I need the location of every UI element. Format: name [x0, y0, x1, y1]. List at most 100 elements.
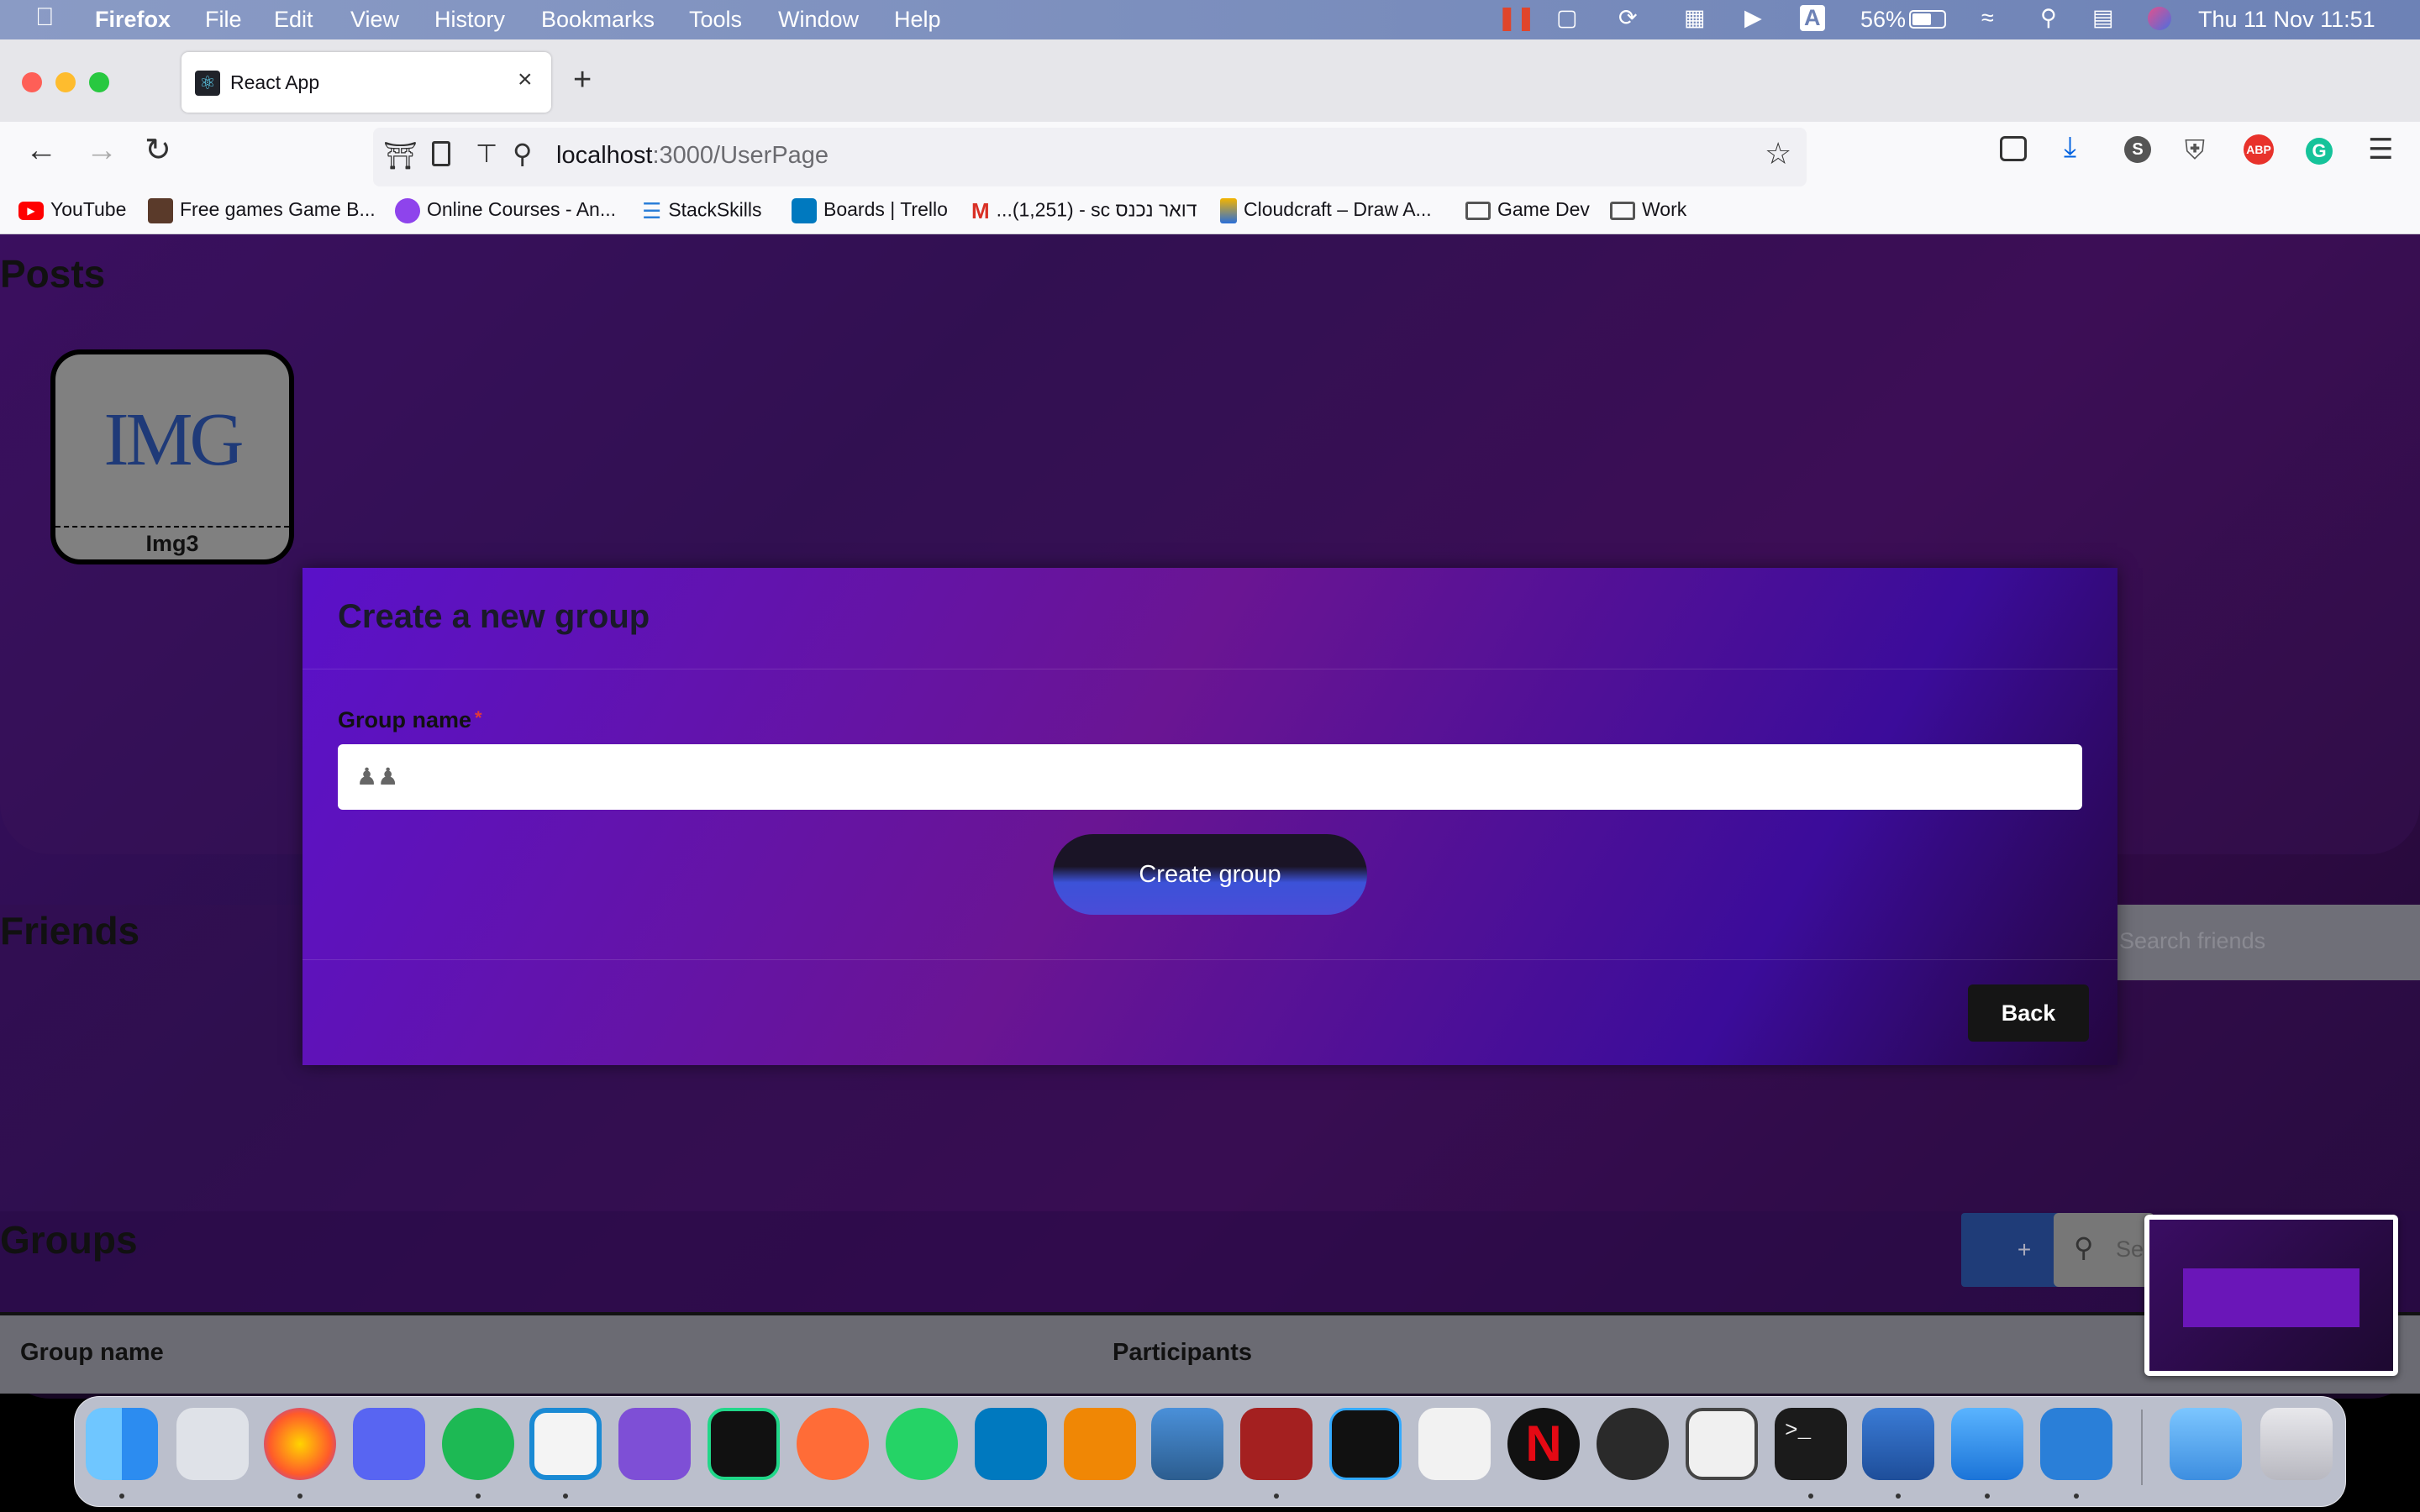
- window-zoom-button[interactable]: [89, 72, 109, 92]
- wifi-icon[interactable]: ≈: [1981, 5, 1994, 31]
- unity-icon[interactable]: [1418, 1408, 1491, 1480]
- netflix-icon[interactable]: N: [1507, 1408, 1580, 1480]
- terminal-icon[interactable]: >_: [1775, 1408, 1847, 1480]
- udemy-icon: [395, 198, 420, 223]
- battery-percent: 56%: [1860, 7, 1907, 32]
- url-bar[interactable]: ⛩ ⊤ ⚲ localhost:3000/UserPage ☆: [373, 128, 1807, 186]
- extension-s-icon[interactable]: S: [2124, 136, 2151, 163]
- apple-icon[interactable]: : [35, 3, 55, 32]
- back-button[interactable]: Back: [1968, 984, 2089, 1042]
- running-indicator: [119, 1494, 124, 1499]
- parallels-icon[interactable]: [1862, 1408, 1934, 1480]
- pycharm-icon[interactable]: [708, 1408, 780, 1480]
- users-icon: ♟♟: [356, 764, 399, 790]
- react-favicon-icon: ⚛: [195, 71, 220, 96]
- forward-arrow-icon[interactable]: →: [86, 133, 118, 169]
- bookmark-folder-game-dev[interactable]: Game Dev: [1465, 198, 1590, 221]
- time-machine-icon[interactable]: ⟳: [1618, 5, 1638, 31]
- bookmark-gmail[interactable]: M ...(1,251) - sc דואר נכנס: [971, 198, 1197, 224]
- bookmark-youtube[interactable]: ▶ YouTube: [18, 198, 126, 221]
- menu-tools[interactable]: Tools: [689, 7, 742, 33]
- drawio-icon[interactable]: [1064, 1408, 1136, 1480]
- database-icon[interactable]: [1240, 1408, 1313, 1480]
- friends-search-input[interactable]: Search friends: [2111, 905, 2420, 980]
- url-host: localhost: [556, 142, 653, 169]
- page-info-icon[interactable]: [432, 141, 450, 166]
- url-text[interactable]: localhost:3000/UserPage: [556, 142, 829, 170]
- ublock-icon[interactable]: ⛨: [2185, 134, 2205, 166]
- column-header-group-name: Group name: [20, 1339, 164, 1366]
- adblock-plus-icon[interactable]: ABP: [2244, 134, 2274, 165]
- groups-search-input[interactable]: ⚲ Se: [2054, 1213, 2154, 1287]
- folder-stack-icon[interactable]: [2170, 1408, 2242, 1480]
- bookmark-free-games[interactable]: Free games Game B...: [148, 198, 376, 223]
- cloudcraft-icon: [1220, 198, 1237, 223]
- bookmark-folder-work[interactable]: Work: [1610, 198, 1686, 221]
- trash-icon[interactable]: [2260, 1408, 2333, 1480]
- pocket-icon[interactable]: [2000, 136, 2027, 161]
- window-layout-icon[interactable]: ▦: [1684, 5, 1706, 31]
- window-close-button[interactable]: [22, 72, 42, 92]
- tracking-shield-icon[interactable]: ⛩: [383, 139, 418, 171]
- preview-icon[interactable]: [1151, 1408, 1223, 1480]
- trello-icon: [792, 198, 817, 223]
- tab-title: React App: [230, 71, 320, 93]
- finder-icon[interactable]: [86, 1408, 158, 1480]
- menu-bookmarks[interactable]: Bookmarks: [541, 7, 655, 33]
- permissions-icon[interactable]: ⊤: [476, 139, 497, 169]
- control-center-icon[interactable]: ▤: [2092, 5, 2114, 31]
- menu-app-name[interactable]: Firefox: [95, 7, 171, 33]
- bookmark-cloudcraft[interactable]: Cloudcraft – Draw A...: [1220, 198, 1432, 223]
- vscode-icon[interactable]: [529, 1408, 602, 1480]
- siri-icon[interactable]: [2148, 7, 2171, 30]
- menu-window[interactable]: Window: [778, 7, 859, 33]
- screen-record-icon[interactable]: ▢: [1556, 5, 1578, 31]
- reload-icon[interactable]: ↻: [145, 131, 171, 169]
- create-group-button[interactable]: Create group: [1053, 834, 1367, 915]
- new-tab-button[interactable]: +: [573, 62, 592, 98]
- bookmark-trello[interactable]: Boards | Trello: [792, 198, 948, 223]
- media-play-icon[interactable]: ▶: [1744, 5, 1762, 31]
- menubar-clock: Thu 11 Nov 11:51: [2198, 7, 2375, 32]
- required-mark: *: [475, 707, 482, 728]
- menu-history[interactable]: History: [434, 7, 505, 33]
- menu-view[interactable]: View: [350, 7, 399, 33]
- itch-icon[interactable]: [1686, 1408, 1758, 1480]
- input-source-icon[interactable]: A: [1800, 5, 1825, 31]
- group-name-input[interactable]: ♟♟: [338, 744, 2082, 810]
- back-arrow-icon[interactable]: ←: [25, 133, 57, 169]
- bookmark-stackskills[interactable]: ☰ StackSkills: [642, 198, 762, 224]
- search-app-icon[interactable]: [2040, 1408, 2112, 1480]
- window-minimize-button[interactable]: [55, 72, 76, 92]
- menu-help[interactable]: Help: [894, 7, 941, 33]
- launchpad-icon[interactable]: [176, 1408, 249, 1480]
- grammarly-icon[interactable]: G: [2306, 138, 2333, 165]
- browser-tab-active[interactable]: ⚛ React App ×: [182, 52, 551, 113]
- bookmark-online-courses[interactable]: Online Courses - An...: [395, 198, 616, 223]
- location-pin-icon[interactable]: ⚲: [513, 138, 532, 170]
- lens-icon[interactable]: [1597, 1408, 1669, 1480]
- tab-close-icon[interactable]: ×: [518, 66, 533, 94]
- trello-app-icon[interactable]: [975, 1408, 1047, 1480]
- screenshot-preview-thumbnail[interactable]: [2144, 1215, 2398, 1376]
- spotify-icon[interactable]: [442, 1408, 514, 1480]
- spotlight-icon[interactable]: ⚲: [2040, 5, 2057, 31]
- thumbnail-modal: [2183, 1268, 2360, 1327]
- bookmark-star-icon[interactable]: ☆: [1765, 136, 1791, 171]
- postman-icon[interactable]: [797, 1408, 869, 1480]
- menu-edit[interactable]: Edit: [274, 7, 313, 33]
- visual-studio-icon[interactable]: [618, 1408, 691, 1480]
- menu-file[interactable]: File: [205, 7, 242, 33]
- firefox-icon[interactable]: [264, 1408, 336, 1480]
- running-indicator: [1274, 1494, 1279, 1499]
- gamemaker-icon[interactable]: [1329, 1408, 1402, 1480]
- windows-icon[interactable]: [1951, 1408, 2023, 1480]
- downloads-icon[interactable]: ⤓: [2064, 131, 2076, 164]
- discord-icon[interactable]: [353, 1408, 425, 1480]
- whatsapp-icon[interactable]: [886, 1408, 958, 1480]
- battery-icon[interactable]: [1909, 10, 1946, 29]
- post-card[interactable]: IMG Img3: [50, 349, 294, 564]
- hamburger-menu-icon[interactable]: ☰: [2368, 133, 2393, 166]
- groups-title: Groups: [0, 1218, 138, 1262]
- parallels-status-icon[interactable]: ❚❚: [1497, 5, 1535, 31]
